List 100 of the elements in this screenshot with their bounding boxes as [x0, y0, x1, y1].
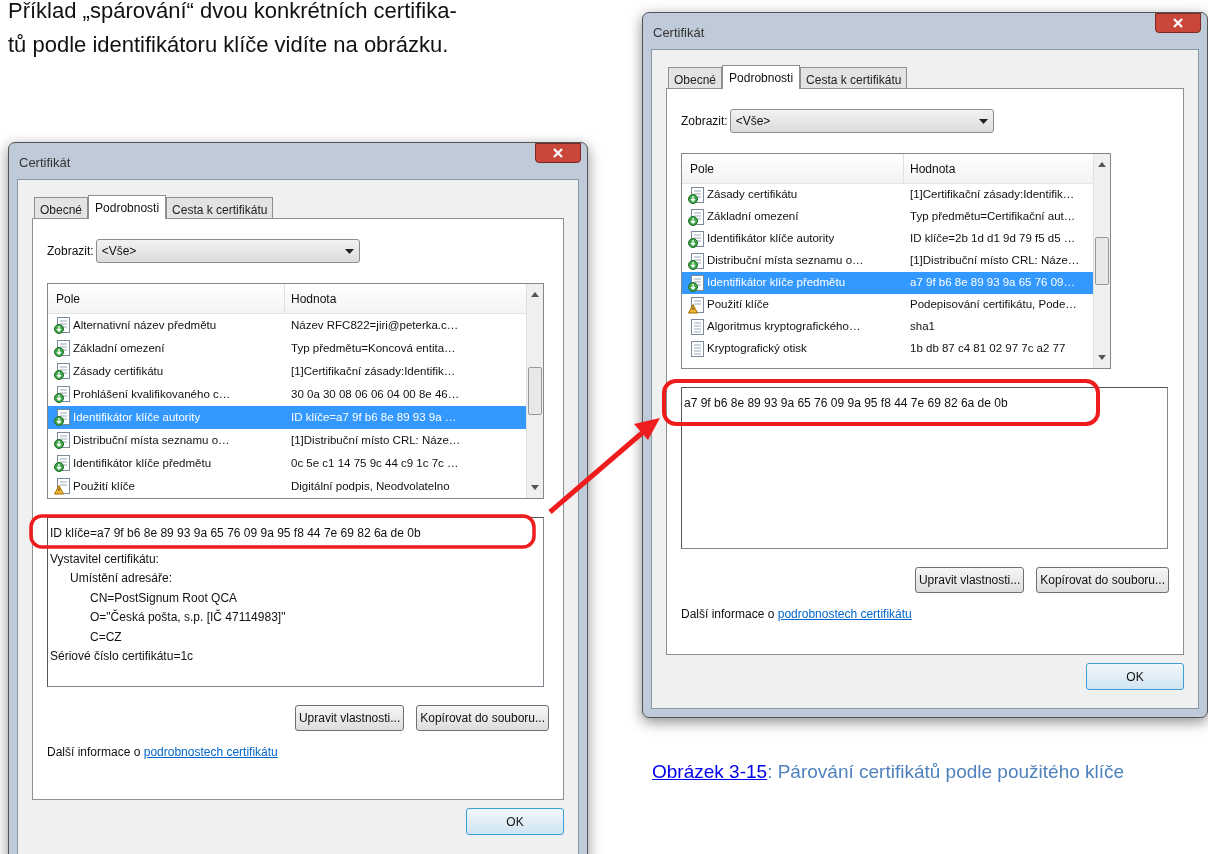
- info-text: Další informace o podrobnostech certifikátu: [47, 744, 279, 761]
- close-button[interactable]: [535, 143, 581, 163]
- field-name: Algoritmus kryptografického…: [707, 319, 861, 335]
- scroll-down-icon: [531, 485, 539, 490]
- scrollbar[interactable]: [1093, 154, 1110, 368]
- tab[interactable]: Podrobnosti: [722, 65, 801, 89]
- tab[interactable]: Podrobnosti: [88, 195, 167, 219]
- close-icon: [553, 148, 563, 158]
- field-name: Zásady certifikátu: [73, 363, 164, 379]
- details-link[interactable]: podrobnostech certifikátu: [143, 745, 278, 759]
- list-row[interactable]: Základní omezení Typ předmětu=Certifikační aut…: [682, 206, 1093, 228]
- ok-button[interactable]: OK: [466, 808, 564, 835]
- close-button[interactable]: [1155, 13, 1201, 33]
- field-name: Identifikátor klíče předmětu: [73, 455, 212, 471]
- list-row[interactable]: Základní omezení Typ předmětu=Koncová entita…: [48, 337, 526, 360]
- certificate-field-icon: [54, 455, 70, 472]
- details-link[interactable]: podrobnostech certifikátu: [777, 607, 912, 621]
- ok-button[interactable]: OK: [1086, 663, 1184, 690]
- certificate-field-icon: [54, 317, 70, 334]
- column-header[interactable]: Hodnota: [285, 284, 526, 313]
- caret-icon: [978, 118, 988, 124]
- detail-text-box[interactable]: [47, 517, 544, 687]
- field-value: [1]Certifikační zásady:Identifik…: [909, 187, 1076, 203]
- list-row[interactable]: Distribuční místa seznamu o… [1]Distribuční místo CRL: Náze…: [682, 250, 1093, 272]
- list-row[interactable]: Zásady certifikátu [1]Certifikační zásady:Identifik…: [682, 184, 1093, 206]
- field-name: Identifikátor klíče předmětu: [707, 275, 846, 291]
- field-name: Zásady certifikátu: [707, 187, 798, 203]
- field-value: a7 9f b6 8e 89 93 9a 65 76 09…: [909, 275, 1076, 291]
- column-header[interactable]: Hodnota: [904, 154, 1093, 183]
- field-value: Typ předmětu=Koncová entita…: [290, 340, 457, 356]
- field-name: Identifikátor klíče autority: [73, 409, 201, 425]
- field-name: Základní omezení: [73, 340, 165, 356]
- field-value: ID klíče=a7 9f b6 8e 89 93 9a …: [290, 409, 458, 425]
- field-value: [1]Distribuční místo CRL: Náze…: [290, 432, 462, 448]
- list-row[interactable]: Identifikátor klíče předmětu 0c 5e c1 14 75 9c 44 c9 1c 7c …: [48, 452, 526, 475]
- field-name: Alternativní název předmětu: [73, 317, 217, 333]
- field-label: Zobrazit:: [47, 243, 94, 260]
- field-value: 1b db 87 c4 81 02 97 7c a2 77: [909, 341, 1067, 357]
- window-title: Certifikát: [19, 154, 71, 172]
- certificate-field-icon: [54, 386, 70, 403]
- list-row[interactable]: Algoritmus kryptografického… sha1: [682, 316, 1093, 338]
- field-value: Digitální podpis, Neodvolatelno: [290, 478, 451, 494]
- field-name: Použití klíče: [707, 297, 769, 313]
- scrollbar-thumb[interactable]: [1095, 237, 1109, 285]
- figure-link[interactable]: Obrázek 3-15: [652, 761, 768, 782]
- document-field-icon: [688, 318, 704, 336]
- field-value: [1]Distribuční místo CRL: Náze…: [909, 253, 1081, 269]
- certificate-field-icon: [688, 274, 704, 292]
- scroll-up-icon: [1098, 162, 1106, 167]
- dialog-button[interactable]: Kopírovat do souboru...: [1036, 567, 1169, 593]
- body-paragraph: Příklad „spárování“ dvou konkrétních certifika- tů podle identifikátoru klíče vidíte na obrázku.: [8, 0, 458, 59]
- close-icon: [1173, 18, 1183, 28]
- warning-field-icon: [54, 478, 70, 495]
- detail-line: Sériové číslo certifikátu=1c: [50, 648, 194, 665]
- list-row[interactable]: Prohlášení kvalifikovaného c… 30 0a 30 08 06 06 04 00 8e 46…: [48, 383, 526, 406]
- field-value: 0c 5e c1 14 75 9c 44 c9 1c 7c …: [290, 455, 460, 471]
- info-text: Další informace o podrobnostech certifikátu: [681, 606, 913, 623]
- scrollbar-thumb[interactable]: [528, 367, 542, 415]
- list-row[interactable]: Zásady certifikátu [1]Certifikační zásady:Identifik…: [48, 360, 526, 383]
- field-name: Kryptografický otisk: [707, 341, 807, 357]
- detail-line: CN=PostSignum Root QCA: [90, 589, 238, 607]
- figure-caption: Obrázek 3-15: Párování certifikátů podle použitého klíče: [652, 760, 1125, 784]
- certificate-field-icon: [54, 340, 70, 357]
- dialog-button[interactable]: Upravit vlastnosti...: [914, 567, 1025, 593]
- tab[interactable]: Obecné: [34, 197, 89, 218]
- dialog-button[interactable]: Upravit vlastnosti...: [294, 705, 405, 731]
- view-dropdown[interactable]: <Vše>: [729, 109, 994, 133]
- list-row[interactable]: Alternativní název předmětu Název RFC822=jiri@peterka.c…: [48, 314, 526, 337]
- list-row[interactable]: Identifikátor klíče autority ID klíče=2b 1d d1 9d 79 f5 d5 …: [682, 228, 1093, 250]
- list-row[interactable]: Použití klíče Digitální podpis, Neodvolatelno: [48, 475, 526, 498]
- scroll-up-icon: [531, 292, 539, 297]
- column-header[interactable]: Pole: [682, 154, 904, 183]
- list-row[interactable]: Použití klíče Podepisování certifikátu, Pode…: [682, 294, 1093, 316]
- detail-line: O="Česká pošta, s.p. [IČ 47114983]": [90, 608, 286, 626]
- scrollbar[interactable]: [526, 284, 543, 498]
- tab[interactable]: Obecné: [668, 67, 723, 88]
- field-name: Distribuční místa seznamu o…: [707, 253, 864, 269]
- certificate-field-icon: [688, 252, 704, 270]
- list-row[interactable]: Distribuční místa seznamu o… [1]Distribuční místo CRL: Náze…: [48, 429, 526, 452]
- column-header[interactable]: Pole: [48, 284, 285, 313]
- certificate-field-icon: [54, 363, 70, 380]
- detail-line: ID klíče=a7 9f b6 8e 89 93 9a 65 76 09 9a 95 f8 44 7e 69 82 6a de 0b: [50, 525, 421, 542]
- field-value: Typ předmětu=Certifikační aut…: [909, 209, 1077, 225]
- field-value: sha1: [909, 319, 936, 335]
- detail-text-box[interactable]: a7 9f b6 8e 89 93 9a 65 76 09 9a 95 f8 44 7e 69 82 6a de 0b: [681, 387, 1168, 549]
- detail-line: Umístění adresáře:: [70, 570, 173, 587]
- tab[interactable]: Cesta k certifikátu: [800, 67, 908, 88]
- view-dropdown[interactable]: <Vše>: [95, 239, 360, 263]
- field-name: Základní omezení: [707, 209, 799, 225]
- certificate-field-icon: [688, 186, 704, 204]
- field-name: Použití klíče: [73, 478, 135, 494]
- field-value: [1]Certifikační zásady:Identifik…: [290, 363, 457, 379]
- certificate-field-icon: [54, 432, 70, 449]
- warning-field-icon: [688, 296, 704, 314]
- list-row[interactable]: Kryptografický otisk 1b db 87 c4 81 02 97 7c a2 77: [682, 338, 1093, 360]
- tab[interactable]: Cesta k certifikátu: [166, 197, 274, 218]
- caret-icon: [344, 248, 354, 254]
- document-field-icon: [688, 340, 704, 358]
- window-title: Certifikát: [653, 24, 705, 42]
- dialog-button[interactable]: Kopírovat do souboru...: [416, 705, 549, 731]
